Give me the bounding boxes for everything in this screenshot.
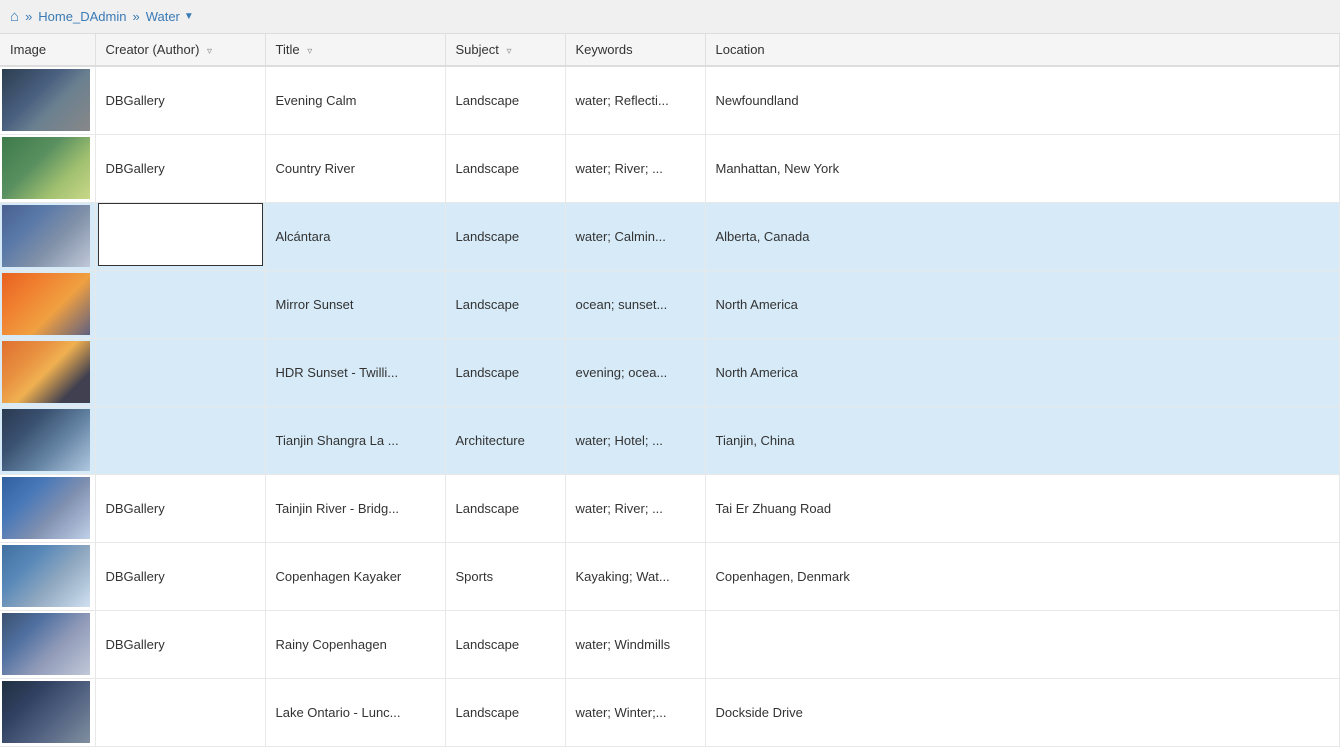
title-cell[interactable]: Tainjin River - Bridg... [265, 474, 445, 542]
title-cell[interactable]: Lake Ontario - Lunc... [265, 678, 445, 746]
table-row[interactable]: Mirror SunsetLandscapeocean; sunset...No… [0, 270, 1340, 338]
keywords-cell: ocean; sunset... [565, 270, 705, 338]
breadcrumb: ⌂ » Home_DAdmin » Water ▼ [0, 0, 1340, 34]
table-header-row: Image Creator (Author) ▿ Title ▿ Subject… [0, 34, 1340, 66]
image-cell [0, 474, 95, 542]
breadcrumb-current: Water ▼ [146, 9, 194, 24]
subject-cell: Architecture [445, 406, 565, 474]
table-row[interactable]: DBGalleryTainjin River - Bridg...Landsca… [0, 474, 1340, 542]
keywords-cell: water; Hotel; ... [565, 406, 705, 474]
creator-cell[interactable]: DBGallery [95, 66, 265, 134]
keywords-cell: water; Windmills [565, 610, 705, 678]
title-cell[interactable]: Mirror Sunset [265, 270, 445, 338]
image-table-container: Image Creator (Author) ▿ Title ▿ Subject… [0, 34, 1340, 747]
location-cell: Tianjin, China [705, 406, 1340, 474]
col-header-creator[interactable]: Creator (Author) ▿ [95, 34, 265, 66]
subject-cell: Landscape [445, 678, 565, 746]
image-cell [0, 406, 95, 474]
image-cell [0, 542, 95, 610]
table-row[interactable]: DBGalleryEvening CalmLandscapewater; Ref… [0, 66, 1340, 134]
creator-cell[interactable]: DBGallery [95, 610, 265, 678]
image-table: Image Creator (Author) ▿ Title ▿ Subject… [0, 34, 1340, 747]
subject-cell: Landscape [445, 474, 565, 542]
location-cell: Alberta, Canada [705, 202, 1340, 270]
col-header-location[interactable]: Location [705, 34, 1340, 66]
creator-cell[interactable]: DBGallery [95, 474, 265, 542]
keywords-cell: water; Reflecti... [565, 66, 705, 134]
title-sort-icon: ▿ [307, 46, 312, 57]
subject-cell: Landscape [445, 66, 565, 134]
creator-cell[interactable] [95, 202, 265, 270]
subject-sort-icon: ▿ [507, 46, 512, 57]
keywords-cell: water; River; ... [565, 134, 705, 202]
location-cell: Dockside Drive [705, 678, 1340, 746]
table-row[interactable]: DBGalleryCountry RiverLandscapewater; Ri… [0, 134, 1340, 202]
keywords-cell: water; Calmin... [565, 202, 705, 270]
col-keywords-label: Keywords [576, 42, 633, 57]
creator-cell[interactable]: DBGallery [95, 542, 265, 610]
table-row[interactable]: HDR Sunset - Twilli...Landscapeevening; … [0, 338, 1340, 406]
table-row[interactable]: Tianjin Shangra La ...Architecturewater;… [0, 406, 1340, 474]
keywords-cell: water; Winter;... [565, 678, 705, 746]
title-cell[interactable]: Rainy Copenhagen [265, 610, 445, 678]
location-cell: North America [705, 338, 1340, 406]
col-creator-label: Creator (Author) [106, 42, 200, 57]
creator-sort-icon: ▿ [207, 46, 212, 57]
creator-cell[interactable]: DBGallery [95, 134, 265, 202]
breadcrumb-sep-1: » [25, 9, 32, 24]
table-row[interactable]: DBGalleryRainy CopenhagenLandscapewater;… [0, 610, 1340, 678]
location-cell: Newfoundland [705, 66, 1340, 134]
keywords-cell: Kayaking; Wat... [565, 542, 705, 610]
image-cell [0, 134, 95, 202]
location-cell [705, 610, 1340, 678]
location-cell: Copenhagen, Denmark [705, 542, 1340, 610]
col-header-keywords[interactable]: Keywords [565, 34, 705, 66]
breadcrumb-sep-2: » [132, 9, 139, 24]
subject-cell: Landscape [445, 202, 565, 270]
col-header-subject[interactable]: Subject ▿ [445, 34, 565, 66]
title-cell[interactable]: Country River [265, 134, 445, 202]
table-row[interactable]: AlcántaraLandscapewater; Calmin...Albert… [0, 202, 1340, 270]
keywords-cell: water; River; ... [565, 474, 705, 542]
home-icon[interactable]: ⌂ [10, 8, 19, 25]
col-location-label: Location [716, 42, 765, 57]
creator-cell[interactable] [95, 406, 265, 474]
breadcrumb-dropdown-icon[interactable]: ▼ [184, 11, 194, 22]
subject-cell: Sports [445, 542, 565, 610]
keywords-cell: evening; ocea... [565, 338, 705, 406]
subject-cell: Landscape [445, 610, 565, 678]
image-cell [0, 610, 95, 678]
col-image-label: Image [10, 42, 46, 57]
image-cell [0, 678, 95, 746]
title-cell[interactable]: Tianjin Shangra La ... [265, 406, 445, 474]
image-cell [0, 66, 95, 134]
title-cell[interactable]: HDR Sunset - Twilli... [265, 338, 445, 406]
subject-cell: Landscape [445, 338, 565, 406]
image-cell [0, 338, 95, 406]
col-title-label: Title [276, 42, 300, 57]
title-cell[interactable]: Alcántara [265, 202, 445, 270]
subject-cell: Landscape [445, 270, 565, 338]
creator-cell[interactable] [95, 338, 265, 406]
col-subject-label: Subject [456, 42, 499, 57]
table-row[interactable]: Lake Ontario - Lunc...Landscapewater; Wi… [0, 678, 1340, 746]
location-cell: North America [705, 270, 1340, 338]
creator-cell[interactable] [95, 270, 265, 338]
title-cell[interactable]: Copenhagen Kayaker [265, 542, 445, 610]
creator-cell[interactable] [95, 678, 265, 746]
image-cell [0, 270, 95, 338]
location-cell: Manhattan, New York [705, 134, 1340, 202]
breadcrumb-current-label: Water [146, 9, 180, 24]
title-cell[interactable]: Evening Calm [265, 66, 445, 134]
subject-cell: Landscape [445, 134, 565, 202]
col-header-image[interactable]: Image [0, 34, 95, 66]
creator-edit-input[interactable] [98, 203, 263, 266]
col-header-title[interactable]: Title ▿ [265, 34, 445, 66]
location-cell: Tai Er Zhuang Road [705, 474, 1340, 542]
breadcrumb-home-link[interactable]: Home_DAdmin [38, 9, 126, 24]
image-cell [0, 202, 95, 270]
table-row[interactable]: DBGalleryCopenhagen KayakerSportsKayakin… [0, 542, 1340, 610]
